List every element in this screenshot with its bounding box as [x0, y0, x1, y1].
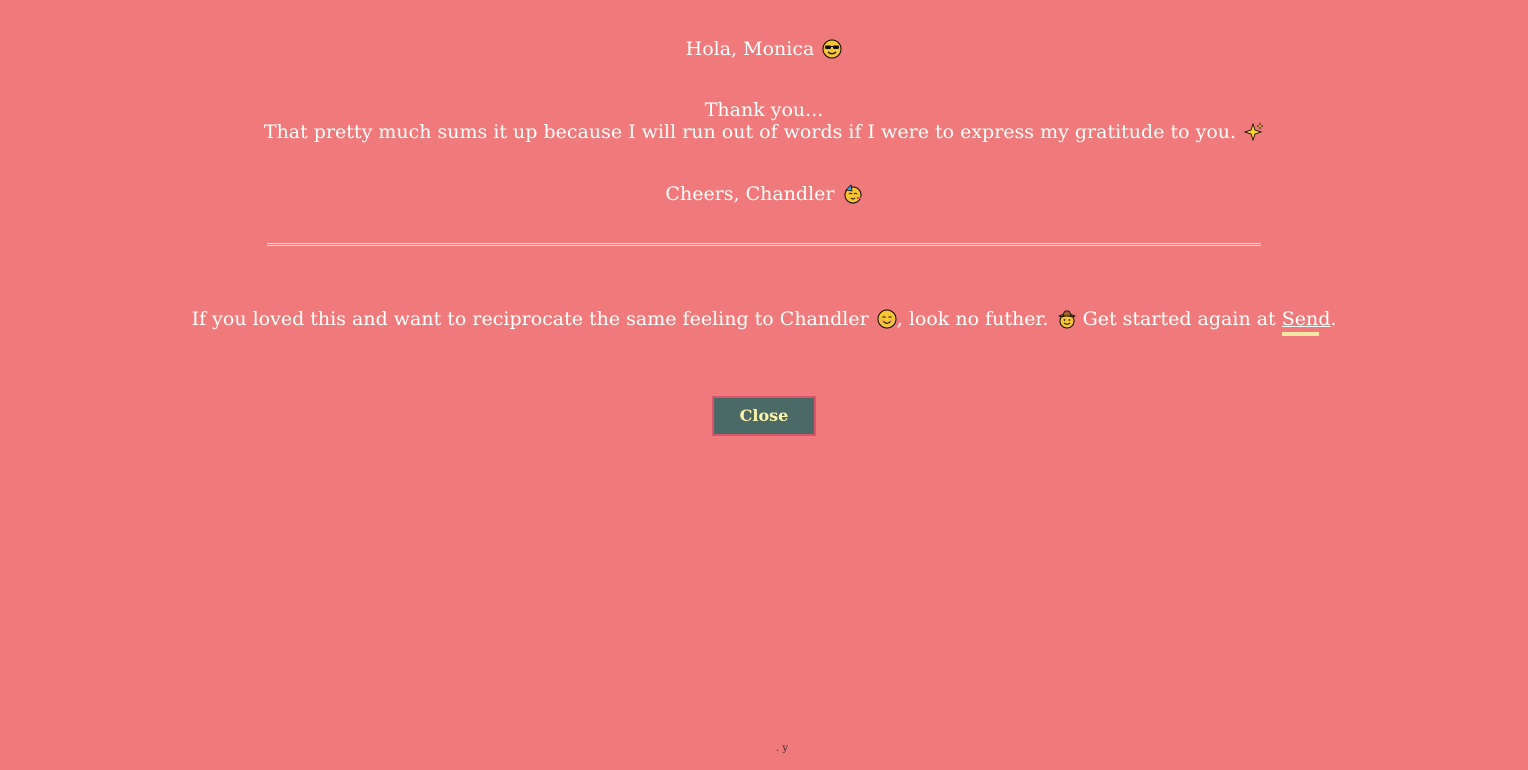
- message-text-1: Thank you...: [704, 99, 824, 121]
- smiling-face-icon: [877, 309, 897, 329]
- message-line-2: That pretty much sums it up because I wi…: [0, 121, 1528, 143]
- cta-text-end: .: [1330, 308, 1337, 330]
- cta-text-2: , look no futher.: [896, 308, 1049, 330]
- message-line-1: Thank you...: [0, 99, 1528, 121]
- section-divider: [267, 243, 1261, 246]
- smiling-face-with-sunglasses-icon: [822, 39, 842, 59]
- sparkles-icon: [1244, 122, 1264, 142]
- greeting-text: Hola, Monica: [685, 38, 815, 60]
- footer-text: . y: [776, 743, 789, 754]
- greeting-line: Hola, Monica: [0, 38, 1528, 60]
- send-link[interactable]: Send: [1282, 308, 1331, 330]
- cowboy-face-icon: [1057, 309, 1077, 329]
- close-button[interactable]: Close: [712, 396, 816, 436]
- cta-line: If you loved this and want to reciprocat…: [0, 308, 1528, 330]
- signoff-text: Cheers, Chandler: [665, 183, 835, 205]
- cta-text-1: If you loved this and want to reciprocat…: [191, 308, 869, 330]
- thank-you-page: Hola, Monica Thank you... That pretty mu…: [0, 0, 1528, 770]
- cta-text-3: Get started again at: [1076, 308, 1282, 330]
- message-text-2: That pretty much sums it up because I wi…: [263, 121, 1237, 143]
- partying-face-icon: [843, 184, 863, 204]
- signoff-line: Cheers, Chandler: [0, 183, 1528, 205]
